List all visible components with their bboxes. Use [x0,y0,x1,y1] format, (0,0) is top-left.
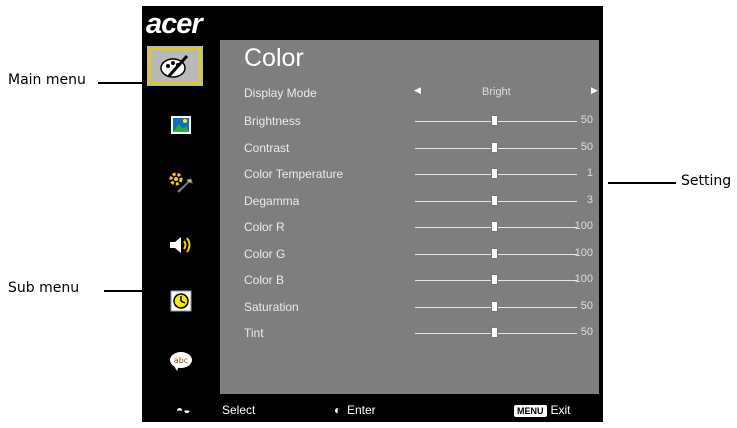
audio-icon [170,237,191,253]
setting-label: Color R [244,220,285,234]
setting-value: 3 [586,193,593,206]
sidebar-item-settings[interactable] [166,172,196,194]
svg-text:abc: abc [174,356,188,365]
setting-value: 50 [580,326,593,338]
setting-row[interactable]: Contrast 50 [244,139,599,159]
setting-row[interactable]: Color B 100 [244,271,599,291]
setting-value: 100 [574,220,593,232]
display-mode-row[interactable]: Display Mode ◀ Bright ▶ [244,84,599,104]
setting-row[interactable]: Saturation 50 [244,298,599,318]
setting-label: Color G [244,246,286,261]
setting-row[interactable]: Brightness 50 [244,112,599,132]
slider-knob[interactable] [491,194,499,206]
setting-value: 100 [574,246,593,259]
setting-row[interactable]: Tint 50 [244,324,599,344]
image-icon [171,116,191,134]
color-icon [160,54,189,78]
enter-label: Enter [347,403,376,417]
slider-knob[interactable] [491,247,499,259]
sidebar-item-audio[interactable] [166,234,196,256]
menu-exit-hint: MENU Exit [514,403,571,417]
sidebar-item-color[interactable] [147,46,203,86]
setting-value: 100 [574,273,593,285]
setting-row[interactable]: Degamma 3 [244,192,599,212]
select-label: Select [222,403,256,417]
setting-label: Brightness [244,114,301,128]
setting-label: Color B [244,273,285,287]
main-menu-line [98,82,146,84]
setting-value: 1 [586,167,593,179]
timer-icon [170,290,192,312]
triangle-right-icon[interactable]: ▶ [591,86,598,96]
slider-knob[interactable] [491,327,499,338]
settings-icon [169,172,193,193]
setting-row[interactable]: Color R 100 [244,218,599,238]
language-icon: abc [170,352,192,371]
sidebar-item-language[interactable]: abc [166,350,196,372]
exit-label: Exit [550,403,571,417]
slider-knob[interactable] [491,141,499,153]
color-settings-panel: Color Display Mode ◀ Bright ▶ Brightness… [220,40,599,394]
setting-row[interactable]: Color Temperature 1 [244,165,599,185]
setting-label: Degamma [244,193,300,208]
osd-window: acer abc Color Display Mode ◀ Bright ▶ B… [142,6,603,422]
setting-row[interactable]: Color G 100 [244,245,599,265]
triangle-left-icon[interactable]: ◀ [414,86,421,96]
setting-value: 50 [580,114,593,126]
sidebar-item-timer[interactable] [166,290,196,312]
setting-value: 50 [580,299,593,312]
slider-knob[interactable] [491,221,499,232]
setting-line [608,182,676,184]
slider-knob[interactable] [491,115,499,126]
setting-label: Tint [244,326,264,340]
sub-menu-callout: Sub menu [8,280,80,296]
setting-value: 50 [580,140,593,153]
select-hint-icon: ◓◒ [176,403,191,417]
main-menu-sidebar: abc [142,42,220,394]
menu-key-badge: MENU [514,405,547,417]
page-title: Color [244,44,304,72]
main-menu-callout: Main menu [8,72,86,88]
setting-label: Contrast [244,140,290,155]
acer-logo: acer [146,8,203,40]
display-mode-label: Display Mode [244,86,317,100]
setting-label: Saturation [244,299,299,314]
setting-label: Color Temperature [244,167,344,181]
osd-footer: ◓◒ Select ◐ Enter MENU Exit [142,394,603,422]
slider-knob[interactable] [491,300,499,312]
slider-knob[interactable] [491,168,499,179]
setting-callout: Setting [681,173,732,189]
enter-hint-icon: ◐ [334,403,342,417]
slider-knob[interactable] [491,274,499,285]
sidebar-item-image[interactable] [166,114,196,136]
display-mode-value: Bright [482,86,511,98]
